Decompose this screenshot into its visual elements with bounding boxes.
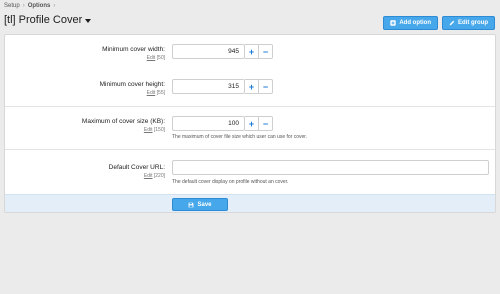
option-edit: Edit [150] (144, 127, 165, 133)
save-button[interactable]: Save (172, 198, 228, 211)
breadcrumb: Setup › Options › (4, 3, 55, 9)
edit-group-label: Edit group (458, 20, 488, 26)
max-cover-size-input[interactable]: 100 (172, 116, 245, 131)
display-order: [150] (153, 127, 165, 133)
page-title-row[interactable]: [tl] Profile Cover (4, 14, 92, 26)
options-page: Setup › Options › [tl] Profile Cover Add… (0, 0, 500, 294)
breadcrumb-options[interactable]: Options (28, 3, 51, 9)
option-label: Minimum cover height: (99, 81, 165, 88)
display-order: [50] (156, 55, 165, 61)
option-label: Minimum cover width: (102, 46, 165, 53)
option-hint: The maximum of cover file size which use… (172, 134, 308, 140)
caret-down-icon[interactable] (85, 18, 92, 23)
display-order: [55] (156, 90, 165, 96)
option-label: Default Cover URL: (108, 164, 165, 171)
decrement-button[interactable]: − (259, 44, 273, 59)
edit-link[interactable]: Edit (144, 173, 153, 179)
page-title: [tl] Profile Cover (4, 14, 83, 26)
edit-link[interactable]: Edit (144, 127, 153, 133)
option-label: Maximum of cover size (KB): (81, 118, 165, 125)
save-label: Save (197, 201, 212, 208)
option-edit: Edit [50] (147, 55, 165, 61)
options-panel: Minimum cover width: Edit [50] 945 + − M… (4, 34, 496, 213)
option-edit: Edit [55] (147, 90, 165, 96)
edit-link[interactable]: Edit (147, 90, 156, 96)
breadcrumb-setup[interactable]: Setup (4, 3, 20, 9)
option-edit: Edit [220] (144, 173, 165, 179)
option-hint: The default cover display on profile wit… (172, 179, 289, 185)
breadcrumb-separator: › (53, 3, 56, 9)
edit-link[interactable]: Edit (147, 55, 156, 61)
increment-button[interactable]: + (245, 79, 259, 94)
option-row: Minimum cover height: Edit [55] 315 + − (5, 68, 495, 103)
option-row: Maximum of cover size (KB): Edit [150] 1… (5, 106, 495, 149)
form-footer: Save (5, 194, 495, 212)
pencil-icon (449, 20, 455, 26)
floppy-disk-icon (189, 202, 194, 207)
header-actions: Add option Edit group (383, 16, 495, 30)
default-cover-url-input[interactable] (172, 160, 489, 175)
display-order: [220] (153, 173, 165, 179)
option-row: Minimum cover width: Edit [50] 945 + − (5, 35, 495, 68)
option-row: Default Cover URL: Edit [220] The defaul… (5, 149, 495, 195)
decrement-button[interactable]: − (259, 79, 273, 94)
add-option-button[interactable]: Add option (383, 16, 438, 30)
plus-square-icon (390, 20, 397, 26)
increment-button[interactable]: + (245, 44, 259, 59)
min-cover-height-input[interactable]: 315 (172, 79, 245, 94)
increment-button[interactable]: + (245, 116, 259, 131)
edit-group-button[interactable]: Edit group (442, 16, 495, 30)
breadcrumb-separator: › (22, 3, 25, 9)
min-cover-width-input[interactable]: 945 (172, 44, 245, 59)
add-option-label: Add option (399, 20, 431, 26)
decrement-button[interactable]: − (259, 116, 273, 131)
